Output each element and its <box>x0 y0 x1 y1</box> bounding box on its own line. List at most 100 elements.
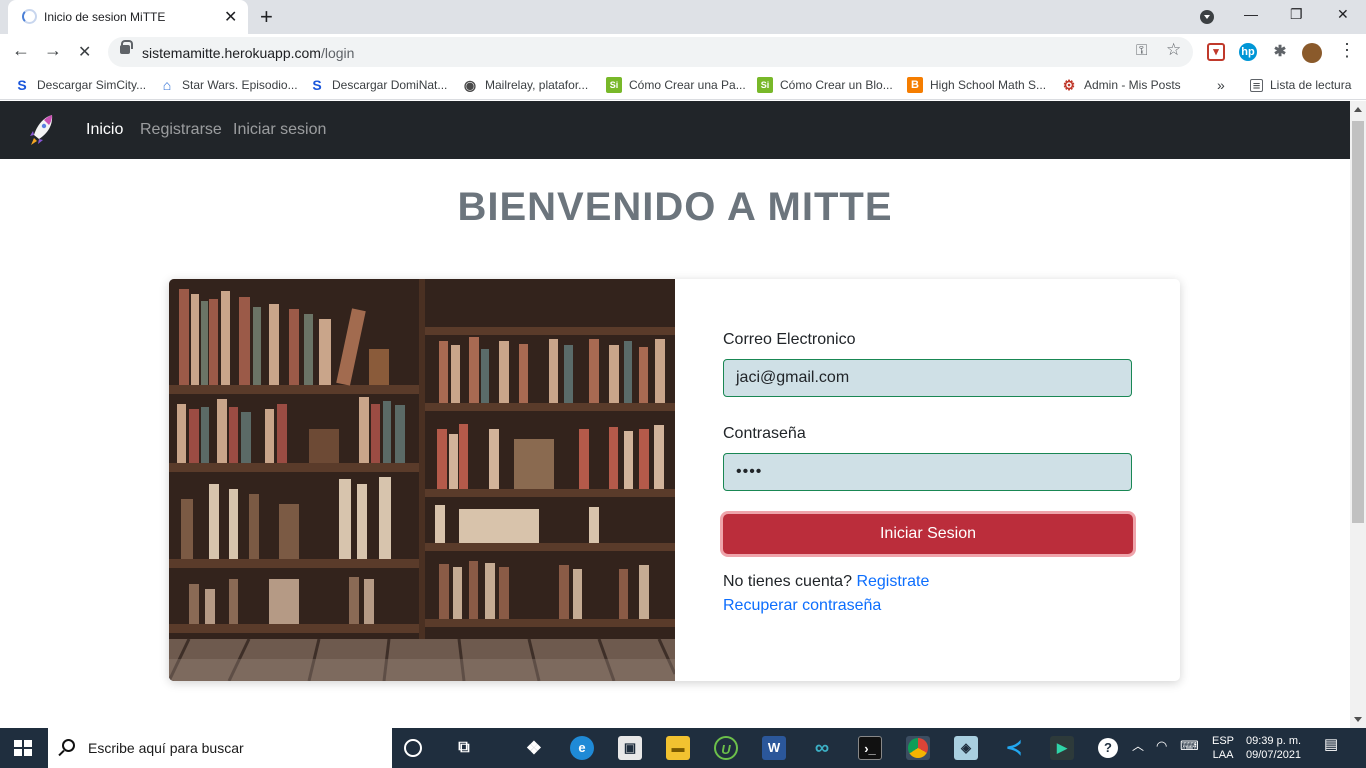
bookmarks-overflow-button[interactable]: » <box>1217 76 1225 94</box>
arduino-icon[interactable]: ∞ <box>810 736 834 760</box>
bookmark-blogger-icon: B <box>907 77 923 93</box>
store-icon[interactable]: ▣ <box>618 736 642 760</box>
reading-list-button[interactable]: ≡ Lista de lectura <box>1250 76 1351 94</box>
recover-password-link[interactable]: Recuperar contraseña <box>723 597 881 615</box>
search-icon <box>62 739 75 752</box>
maximize-button[interactable]: ❐ <box>1290 6 1303 23</box>
dropbox-icon[interactable]: ❖ <box>522 736 546 760</box>
login-card: Correo Electronico jaci@gmail.com Contra… <box>169 279 1180 681</box>
notification-center-icon[interactable]: ▤ <box>1324 737 1338 752</box>
bookmark-label: Star Wars. Episodio... <box>182 78 298 92</box>
bookmark-star-icon[interactable]: ☆ <box>1166 40 1181 60</box>
page-viewport: Inicio Registrarse Iniciar sesion BIENVE… <box>0 101 1350 728</box>
tray-expand-icon[interactable]: ︿ <box>1132 739 1144 753</box>
email-field[interactable]: jaci@gmail.com <box>723 359 1132 397</box>
profile-avatar[interactable] <box>1302 43 1322 63</box>
bookmark-item[interactable]: S Descargar SimCity... <box>14 76 146 94</box>
bookmark-s-icon: S <box>309 77 325 93</box>
new-tab-button[interactable]: + <box>260 4 273 30</box>
reading-list-label: Lista de lectura <box>1270 78 1352 92</box>
bookmark-si-icon: Si <box>757 77 773 93</box>
back-button[interactable]: ← <box>12 40 30 61</box>
extension-hp-icon[interactable]: hp <box>1239 43 1257 61</box>
login-submit-button[interactable]: Iniciar Sesion <box>723 514 1133 554</box>
scroll-up-icon[interactable] <box>1354 107 1362 112</box>
url-host: sistemamitte.herokuapp.com <box>142 45 321 61</box>
terminal-icon[interactable]: ›_ <box>858 736 882 760</box>
forward-button[interactable]: → <box>44 40 62 61</box>
bookmark-item[interactable]: ⌂ Star Wars. Episodio... <box>159 76 298 94</box>
extension-pocket-icon[interactable]: ▾ <box>1207 43 1225 61</box>
bookmark-item[interactable]: S Descargar DomiNat... <box>309 76 447 94</box>
bookmark-item[interactable]: B High School Math S... <box>907 76 1046 94</box>
bookmark-label: Descargar DomiNat... <box>332 78 448 92</box>
wifi-icon[interactable]: ◠ <box>1156 739 1167 753</box>
bookmark-si-icon: Si <box>606 77 622 93</box>
help-icon[interactable]: ? <box>1098 738 1118 758</box>
lock-icon <box>120 40 133 54</box>
page-title: BIENVENIDO A MITTE <box>457 185 893 229</box>
app-icon[interactable]: ◈ <box>954 736 978 760</box>
stop-loading-button[interactable]: ✕ <box>78 42 91 62</box>
reading-list-icon: ≡ <box>1250 78 1263 92</box>
keyboard-icon[interactable]: ⌨ <box>1180 739 1199 753</box>
task-view-icon[interactable]: ⧉ <box>452 736 476 760</box>
edge-icon[interactable]: e <box>570 736 594 760</box>
tab-close-icon[interactable]: ✕ <box>224 7 237 27</box>
clock-time: 09:39 p. m. <box>1246 735 1302 747</box>
bookmark-bag-icon: ⌂ <box>159 77 175 93</box>
minimize-button[interactable]: — <box>1244 6 1258 22</box>
browser-tab[interactable]: Inicio de sesion MiTTE ✕ <box>8 0 248 34</box>
bookmark-label: Cómo Crear una Pa... <box>629 78 746 92</box>
url-text: sistemamitte.herokuapp.com/login <box>142 45 354 61</box>
email-label: Correo Electronico <box>723 331 856 348</box>
nav-link-iniciar-sesion[interactable]: Iniciar sesion <box>233 121 326 139</box>
nav-link-registrarse[interactable]: Registrarse <box>140 121 222 139</box>
bookmarks-bar: S Descargar SimCity... ⌂ Star Wars. Episod… <box>0 70 1366 100</box>
bookshelf-image <box>169 279 675 681</box>
file-explorer-icon[interactable]: ▬ <box>666 736 690 760</box>
page-scrollbar[interactable] <box>1350 101 1366 728</box>
language-indicator[interactable]: ESP LAA <box>1212 734 1234 762</box>
upwork-icon[interactable]: U <box>714 736 738 760</box>
pycharm-icon[interactable]: ▶ <box>1050 736 1074 760</box>
bookmark-item[interactable]: Si Cómo Crear una Pa... <box>606 76 746 94</box>
scrollbar-thumb[interactable] <box>1352 121 1364 523</box>
no-account-line: No tienes cuenta? Registrate <box>723 573 929 591</box>
extensions-puzzle-icon[interactable]: ✱ <box>1271 43 1289 61</box>
nav-link-inicio[interactable]: Inicio <box>86 121 123 139</box>
windows-taskbar: Escribe aquí para buscar ⧉ ❖ e ▣ ▬ U W ∞… <box>0 728 1366 768</box>
scroll-down-icon[interactable] <box>1354 717 1362 722</box>
clock[interactable]: 09:39 p. m. 09/07/2021 <box>1246 734 1301 762</box>
language-bottom: LAA <box>1212 749 1234 761</box>
no-account-text: No tienes cuenta? <box>723 573 852 590</box>
taskbar-search-placeholder: Escribe aquí para buscar <box>88 740 244 756</box>
bookmark-label: Admin - Mis Posts <box>1084 78 1181 92</box>
bookmark-item[interactable]: ◉ Mailrelay, platafor... <box>462 76 588 94</box>
tab-title: Inicio de sesion MiTTE <box>44 10 166 24</box>
tab-strip: Inicio de sesion MiTTE ✕ + — ❐ ✕ <box>0 0 1366 34</box>
chrome-icon[interactable] <box>906 736 930 760</box>
address-bar[interactable]: sistemamitte.herokuapp.com/login ⚿ ☆ <box>108 37 1193 67</box>
taskbar-search-box[interactable]: Escribe aquí para buscar <box>48 728 392 768</box>
chrome-logo <box>908 738 928 758</box>
tab-search-icon[interactable] <box>1200 10 1214 24</box>
bookmark-item[interactable]: ⚙ Admin - Mis Posts <box>1061 76 1181 94</box>
bookmark-admin-icon: ⚙ <box>1061 77 1077 93</box>
windows-start-icon[interactable] <box>14 740 32 756</box>
rocket-logo-icon[interactable] <box>28 113 56 147</box>
key-icon[interactable]: ⚿ <box>1136 42 1147 59</box>
cortana-icon[interactable] <box>404 739 422 757</box>
bookmark-item[interactable]: Si Cómo Crear un Blo... <box>757 76 893 94</box>
word-icon[interactable]: W <box>762 736 786 760</box>
clock-date: 09/07/2021 <box>1246 749 1302 761</box>
bookmark-label: Mailrelay, platafor... <box>485 78 589 92</box>
vscode-icon[interactable]: ≺ <box>1002 736 1026 760</box>
bookmark-label: Descargar SimCity... <box>37 78 147 92</box>
register-link[interactable]: Registrate <box>856 573 929 590</box>
login-form: Correo Electronico jaci@gmail.com Contra… <box>723 279 1133 681</box>
password-field[interactable]: •••• <box>723 453 1132 491</box>
browser-menu-icon[interactable]: ⋮ <box>1338 40 1356 61</box>
bookmark-s-icon: S <box>14 77 30 93</box>
window-close-button[interactable]: ✕ <box>1337 6 1349 23</box>
